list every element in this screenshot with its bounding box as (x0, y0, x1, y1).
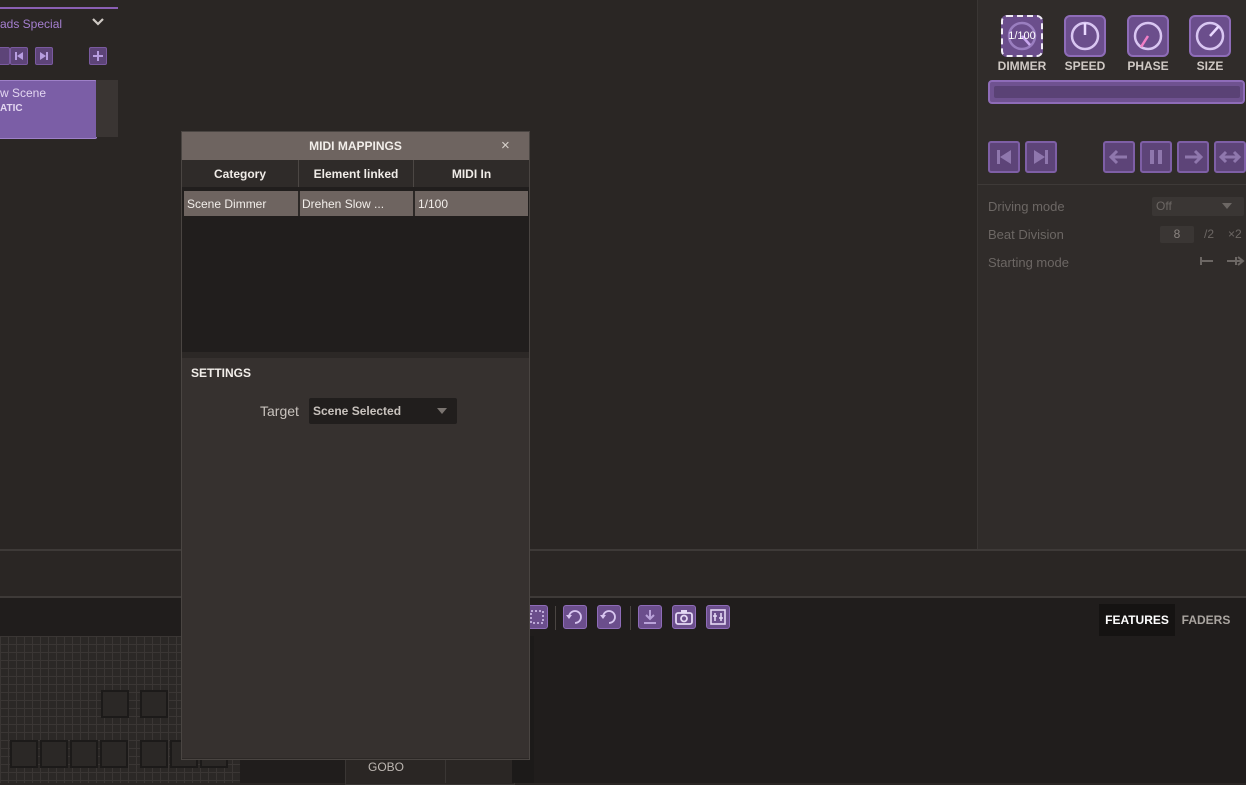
speed-knob-icon[interactable] (1064, 15, 1106, 57)
dimmer-label: DIMMER (997, 59, 1047, 73)
speed-label: SPEED (1064, 59, 1106, 73)
phase-knob-icon[interactable] (1127, 15, 1169, 57)
fixture-settings-icon[interactable] (706, 605, 730, 629)
pause-icon[interactable] (1140, 141, 1172, 173)
tab-features-label: FEATURES (1105, 613, 1169, 627)
column-header-element[interactable]: Element linked (299, 167, 413, 181)
cell-element-linked: Drehen Slow ... (302, 197, 385, 211)
target-label: Target (260, 403, 299, 419)
start-mode-stop-icon[interactable] (1198, 254, 1216, 268)
scene-card-strip (96, 80, 118, 137)
download-icon[interactable] (638, 605, 662, 629)
phase-label: PHASE (1127, 59, 1169, 73)
skip-previous-icon[interactable] (988, 141, 1020, 173)
fixture-cell[interactable] (140, 690, 168, 718)
scene-prev-partial-button[interactable] (0, 47, 10, 65)
column-separator (298, 191, 300, 216)
chevron-down-icon (437, 408, 447, 414)
scene-card-type: ATIC (0, 103, 23, 114)
gobo-divider (445, 756, 446, 783)
beat-division-half-button[interactable]: /2 (1204, 227, 1214, 241)
settings-title: SETTINGS (191, 366, 252, 380)
arrow-left-icon[interactable] (1103, 141, 1135, 173)
cell-category: Scene Dimmer (187, 197, 267, 211)
fixture-cell[interactable] (10, 740, 38, 768)
undo-all-icon[interactable] (563, 605, 587, 629)
starting-mode-label: Starting mode (988, 255, 1069, 270)
beat-division-double-button[interactable]: ×2 (1228, 227, 1242, 241)
driving-mode-label: Driving mode (988, 199, 1065, 214)
chevron-down-icon (1222, 203, 1232, 209)
scene-progress-track (994, 86, 1240, 98)
fixture-cell[interactable] (140, 740, 168, 768)
add-scene-button[interactable] (89, 47, 107, 65)
skip-next-icon[interactable] (35, 47, 53, 65)
cell-midi-in: 1/100 (418, 197, 449, 211)
dialog-title: MIDI MAPPINGS (309, 139, 402, 153)
fixture-cell[interactable] (40, 740, 68, 768)
skip-previous-icon[interactable] (10, 47, 28, 65)
scene-card-name: w Scene (0, 86, 47, 100)
column-header-midi-in[interactable]: MIDI In (414, 167, 529, 181)
scene-group-title: ads Special (0, 17, 63, 31)
fixture-cell[interactable] (101, 690, 129, 718)
column-separator (413, 191, 415, 216)
close-icon[interactable]: × (501, 137, 510, 154)
fixture-cell[interactable] (100, 740, 128, 768)
panel-divider (977, 184, 1246, 185)
tab-faders[interactable]: FADERS (1177, 613, 1235, 627)
beat-division-label: Beat Division (988, 227, 1064, 242)
undo-selection-icon[interactable] (597, 605, 621, 629)
gobo-label: GOBO (368, 760, 405, 774)
size-knob-icon[interactable] (1189, 15, 1231, 57)
driving-mode-value: Off (1156, 199, 1172, 213)
skip-next-icon[interactable] (1025, 141, 1057, 173)
size-label: SIZE (1196, 59, 1224, 73)
chevron-down-icon[interactable] (90, 14, 106, 30)
beat-division-value: 8 (1173, 227, 1181, 241)
start-mode-arrow-icon[interactable] (1226, 254, 1246, 268)
column-header-category[interactable]: Category (182, 167, 298, 181)
camera-icon[interactable] (672, 605, 696, 629)
arrow-right-icon[interactable] (1177, 141, 1209, 173)
dimmer-value: 1/100 (1008, 30, 1036, 42)
target-select-value: Scene Selected (313, 404, 402, 418)
arrow-bounce-icon[interactable] (1214, 141, 1246, 173)
fixture-cell[interactable] (70, 740, 98, 768)
toolbar-divider (555, 606, 556, 630)
toolbar-divider (630, 606, 631, 630)
